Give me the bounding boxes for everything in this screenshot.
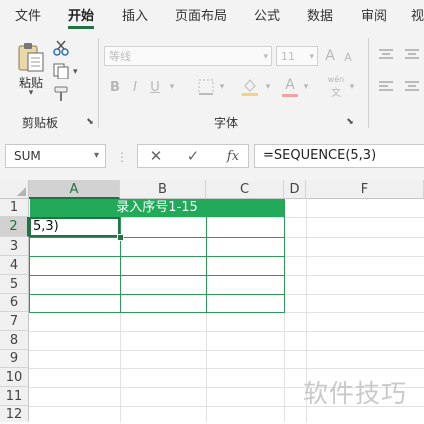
group-divider bbox=[98, 38, 99, 128]
formula-buttons: ✕ ✓ fx bbox=[137, 144, 249, 168]
ribbon-tab-bar: 文件 开始 插入 页面布局 公式 数据 审阅 视 bbox=[0, 0, 424, 32]
chevron-down-icon: ▾ bbox=[263, 52, 268, 62]
phonetic-guide-icon[interactable]: wén 文 bbox=[324, 75, 348, 99]
font-size-combo[interactable]: 11 ▾ bbox=[276, 46, 318, 66]
column-header-f[interactable]: F bbox=[306, 180, 424, 199]
name-box-value: SUM bbox=[14, 149, 41, 163]
format-painter-icon[interactable] bbox=[52, 84, 72, 104]
name-box[interactable]: SUM ▾ bbox=[5, 144, 106, 168]
align-center-icon[interactable] bbox=[402, 78, 422, 96]
font-color-swatch bbox=[282, 93, 298, 97]
gridline bbox=[29, 368, 424, 369]
select-all-corner[interactable] bbox=[0, 180, 29, 199]
row-header-8[interactable]: 8 bbox=[0, 331, 29, 350]
tab-view[interactable]: 视 bbox=[411, 0, 424, 32]
table-border bbox=[120, 217, 121, 312]
border-icon[interactable] bbox=[196, 78, 216, 96]
row-header-5[interactable]: 5 bbox=[0, 275, 29, 294]
gridline bbox=[29, 350, 424, 351]
tab-formulas[interactable]: 公式 bbox=[254, 0, 280, 32]
merged-title-cell[interactable]: 录入序号1-15 bbox=[30, 199, 284, 217]
row-header-10[interactable]: 10 bbox=[0, 368, 29, 387]
chevron-down-icon[interactable]: ▾ bbox=[346, 78, 358, 96]
row-header-1[interactable]: 1 bbox=[0, 199, 29, 217]
table-border bbox=[29, 294, 285, 295]
align-left-icon[interactable] bbox=[376, 78, 396, 96]
table-border bbox=[29, 256, 285, 257]
tab-home[interactable]: 开始 bbox=[68, 0, 95, 32]
active-cell-a2[interactable]: 5,3) bbox=[29, 217, 120, 237]
table-border bbox=[29, 275, 285, 276]
chevron-down-icon[interactable]: ▾ bbox=[216, 78, 228, 96]
middle-align-icon[interactable] bbox=[402, 46, 422, 64]
bold-button[interactable]: B bbox=[108, 78, 122, 96]
row-header-6[interactable]: 6 bbox=[0, 294, 29, 312]
table-border bbox=[206, 217, 207, 312]
copy-icon[interactable]: ▾ bbox=[52, 62, 82, 80]
dialog-launcher-icon[interactable]: ⬊ bbox=[344, 116, 356, 128]
cut-icon[interactable] bbox=[52, 39, 70, 57]
row-header-4[interactable]: 4 bbox=[0, 256, 29, 275]
fill-color-icon[interactable] bbox=[240, 76, 260, 98]
chevron-down-icon[interactable]: ▾ bbox=[262, 78, 274, 96]
decrease-font-icon[interactable]: A bbox=[341, 48, 355, 66]
formula-input[interactable]: =SEQUENCE(5,3) bbox=[254, 144, 424, 168]
chevron-down-icon: ▾ bbox=[93, 150, 99, 161]
tab-page-layout[interactable]: 页面布局 bbox=[175, 0, 227, 32]
insert-function-button[interactable]: fx bbox=[222, 147, 244, 165]
font-color-letter: A bbox=[285, 76, 295, 93]
column-header-c[interactable]: C bbox=[206, 180, 284, 199]
watermark-text: 软件技巧 bbox=[303, 379, 408, 408]
table-border bbox=[29, 237, 285, 238]
enter-icon[interactable]: ✓ bbox=[183, 147, 203, 165]
column-header-d[interactable]: D bbox=[284, 180, 306, 199]
ribbon-home: 粘贴 ▾ ▾ 剪贴板 ⬊ 等线 ▾ 11 ▾ A A B I U ▾ ▾ ▾ A ▾… bbox=[0, 32, 424, 135]
drag-handle-icon[interactable]: ⋮ bbox=[116, 150, 128, 164]
chevron-down-icon[interactable]: ▾ bbox=[166, 78, 178, 96]
tab-file[interactable]: 文件 bbox=[15, 0, 41, 32]
font-name-value: 等线 bbox=[109, 50, 131, 63]
row-header-3[interactable]: 3 bbox=[0, 237, 29, 256]
column-header-b[interactable]: B bbox=[120, 180, 206, 199]
paste-icon[interactable] bbox=[14, 40, 48, 74]
svg-text:▾: ▾ bbox=[73, 67, 78, 77]
font-group-label: 字体 bbox=[214, 116, 239, 130]
column-header-a[interactable]: A bbox=[29, 180, 120, 199]
table-border bbox=[29, 312, 285, 313]
row-header-11[interactable]: 11 bbox=[0, 387, 29, 406]
font-name-combo[interactable]: 等线 ▾ bbox=[104, 46, 272, 66]
font-color-icon[interactable]: A bbox=[281, 76, 299, 98]
italic-button[interactable]: I bbox=[128, 78, 142, 96]
group-divider bbox=[368, 38, 369, 128]
row-header-7[interactable]: 7 bbox=[0, 312, 29, 331]
row-header-9[interactable]: 9 bbox=[0, 350, 29, 368]
dialog-launcher-icon[interactable]: ⬊ bbox=[84, 116, 96, 128]
gridline bbox=[29, 331, 424, 332]
underline-button[interactable]: U bbox=[148, 78, 162, 96]
chevron-down-icon[interactable]: ▾ bbox=[24, 88, 38, 98]
tab-insert[interactable]: 插入 bbox=[122, 0, 148, 32]
row-header-2[interactable]: 2 bbox=[0, 217, 29, 237]
top-align-icon[interactable] bbox=[376, 46, 396, 64]
clipboard-group-label: 剪贴板 bbox=[22, 116, 59, 130]
row-header-12[interactable]: 12 bbox=[0, 406, 29, 422]
tab-review[interactable]: 审阅 bbox=[361, 0, 387, 32]
fill-handle[interactable] bbox=[117, 234, 124, 241]
chevron-down-icon: ▾ bbox=[309, 52, 314, 62]
cancel-icon[interactable]: ✕ bbox=[146, 147, 166, 165]
increase-font-icon[interactable]: A bbox=[322, 46, 338, 66]
phonetic-guide-label: wén bbox=[327, 75, 345, 84]
tab-data[interactable]: 数据 bbox=[307, 0, 333, 32]
font-size-value: 11 bbox=[281, 50, 295, 63]
chevron-down-icon[interactable]: ▾ bbox=[300, 78, 312, 96]
